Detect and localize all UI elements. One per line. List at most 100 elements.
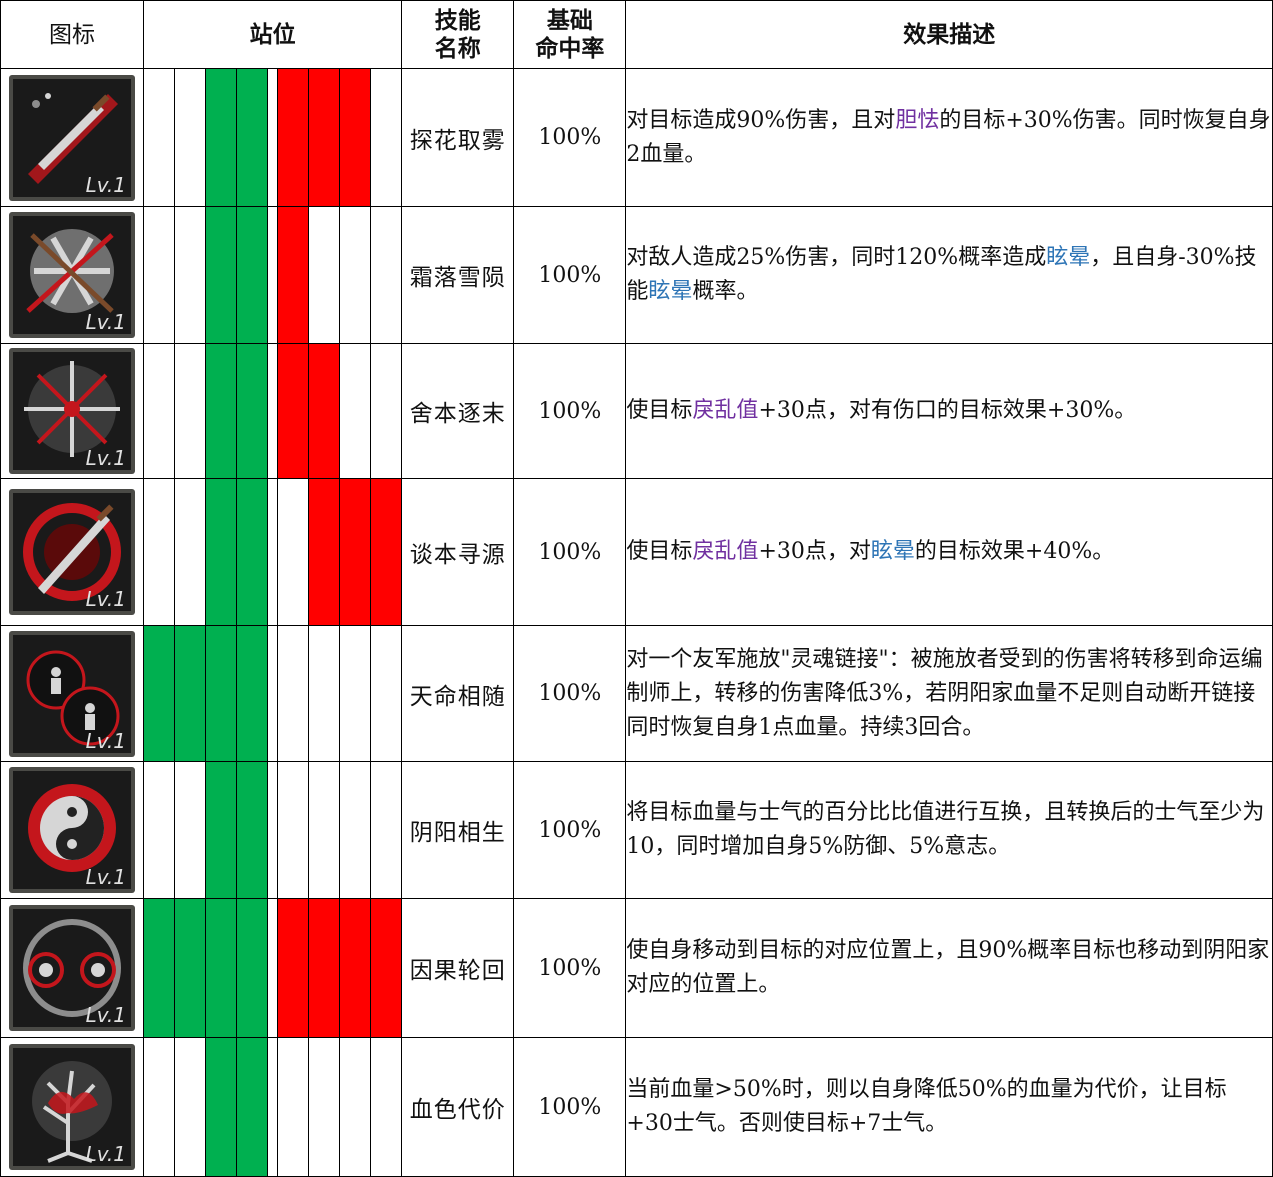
enemy-position-slot [308, 1037, 341, 1177]
enemy-position-slot [339, 898, 372, 1038]
enemy-position-slot [308, 343, 341, 479]
position-divider [267, 343, 279, 479]
enemy-position-slot [308, 206, 341, 344]
hit-rate: 100% [513, 68, 627, 207]
ally-position-slot [143, 625, 176, 762]
keyword: 戾乱值 [692, 539, 759, 564]
keyword: 眩晕 [870, 539, 915, 564]
enemy-position-slot [370, 68, 403, 207]
effect-description: 使目标戾乱值+30点，对有伤口的目标效果+30%。 [625, 343, 1273, 479]
ally-position-slot [236, 343, 269, 479]
enemy-position-slot [370, 1037, 403, 1177]
effect-description: 当前血量>50%时，则以自身降低50%的血量为代价，让目标+30士气。否则使目标… [625, 1037, 1273, 1177]
skill-icon-cell: Lv.1 [0, 1037, 145, 1177]
enemy-position-slot [277, 898, 310, 1038]
position-divider [267, 68, 279, 207]
ally-position-slot [236, 206, 269, 344]
level-label: Lv.1 [86, 446, 126, 470]
position-divider [267, 898, 279, 1038]
skill-icon-cell: Lv.1 [0, 761, 145, 899]
enemy-position-slot [277, 761, 310, 899]
enemy-position-slot [339, 1037, 372, 1177]
header-row: 图标 站位 技能 名称 基础 命中率 效果描述 [0, 0, 1273, 69]
ally-position-slot [236, 761, 269, 899]
skill-name: 血色代价 [401, 1037, 515, 1177]
skill-row: Lv.1 谈本寻源 100% 使目标戾乱值+30点，对眩晕的目标效果+40%。 [0, 478, 1273, 626]
blood-tree-icon: Lv.1 [9, 1044, 136, 1170]
description-text: 对敌人造成25%伤害，同时120%概率造成 [626, 245, 1047, 270]
description-text: 对一个友军施放"灵魂链接"：被施放者受到的伤害将转移到命运编制师上，转移的伤害降… [626, 646, 1263, 740]
header-hit-rate-line2: 命中率 [535, 34, 605, 62]
enemy-position-slot [308, 478, 341, 626]
skill-name: 霜落雪陨 [401, 206, 515, 344]
enemy-position-slot [370, 206, 403, 344]
enemy-position-slot [339, 761, 372, 899]
enemy-position-slot [370, 898, 403, 1038]
ally-position-slot [143, 478, 176, 626]
effect-description: 使目标戾乱值+30点，对眩晕的目标效果+40%。 [625, 478, 1273, 626]
enemy-position-slot [370, 343, 403, 479]
effect-description: 对敌人造成25%伤害，同时120%概率造成眩晕，且自身-30%技能眩晕概率。 [625, 206, 1273, 344]
ally-position-slot [236, 1037, 269, 1177]
ally-position-slot [236, 898, 269, 1038]
level-label: Lv.1 [86, 1142, 126, 1166]
skill-row: Lv.1 血色代价 100% 当前血量>50%时，则以自身降低50%的血量为代价，让目… [0, 1037, 1273, 1177]
ally-position-slot [174, 1037, 207, 1177]
enemy-position-slot [277, 478, 310, 626]
position-divider [267, 478, 279, 626]
header-icon: 图标 [0, 0, 145, 69]
enemy-position-slot [370, 625, 403, 762]
hit-rate: 100% [513, 343, 627, 479]
ally-position-slot [236, 625, 269, 762]
header-skill-name-line2: 名称 [434, 34, 481, 62]
header-skill-name: 技能 名称 [401, 0, 515, 69]
skill-icon-cell: Lv.1 [0, 68, 145, 207]
ally-position-slot [236, 478, 269, 626]
description-text: +30点，对 [758, 539, 871, 564]
ally-position-slot [174, 343, 207, 479]
enemy-position-slot [339, 206, 372, 344]
ally-position-slot [143, 761, 176, 899]
skill-row: Lv.1 天命相随 100% 对一个友军施放"灵魂链接"：被施放者受到的伤害将转移到命… [0, 625, 1273, 762]
ally-position-slot [236, 68, 269, 207]
description-text: 概率。 [692, 279, 759, 304]
skill-row: Lv.1 阴阳相生 100% 将目标血量与士气的百分比比值进行互换，且转换后的士气至少… [0, 761, 1273, 899]
effect-description: 对一个友军施放"灵魂链接"：被施放者受到的伤害将转移到命运编制师上，转移的伤害降… [625, 625, 1273, 762]
skill-icon-cell: Lv.1 [0, 206, 145, 344]
description-text: 的目标效果+30%。 [936, 398, 1137, 423]
shattered-star-icon: Lv.1 [9, 348, 136, 474]
enemy-position-slot [339, 343, 372, 479]
effect-description: 将目标血量与士气的百分比比值进行互换，且转换后的士气至少为10，同时增加自身5%… [625, 761, 1273, 899]
ally-position-slot [143, 68, 176, 207]
skill-name: 谈本寻源 [401, 478, 515, 626]
keyword: 眩晕 [648, 279, 693, 304]
position-divider [267, 625, 279, 762]
enemy-position-slot [339, 68, 372, 207]
keyword: 伤口 [892, 398, 937, 423]
ally-position-slot [174, 898, 207, 1038]
ally-position-slot [205, 761, 238, 899]
ally-position-slot [174, 478, 207, 626]
ally-position-slot [205, 343, 238, 479]
level-label: Lv.1 [86, 310, 126, 334]
level-label: Lv.1 [86, 1003, 126, 1027]
description-text: 使目标 [626, 398, 693, 423]
hit-rate: 100% [513, 206, 627, 344]
description-text: 的目标效果+40%。 [914, 539, 1115, 564]
ally-position-slot [174, 68, 207, 207]
enemy-position-slot [370, 761, 403, 899]
description-text: 对目标造成90%伤害，且对 [626, 107, 896, 133]
position-divider [267, 1037, 279, 1177]
enemy-position-slot [370, 478, 403, 626]
level-label: Lv.1 [86, 587, 126, 611]
description-text: 使自身移动到目标的对应位置上，且90%概率目标也移动到阴阳家对应的位置上。 [626, 938, 1270, 997]
effect-description: 对目标造成90%伤害，且对胆怯的目标+30%伤害。同时恢复自身2血量。 [625, 68, 1273, 207]
skills-table: 图标 站位 技能 名称 基础 命中率 效果描述 Lv.1 探花取雾 100% 对目标造成9… [0, 0, 1273, 1177]
enemy-position-slot [308, 761, 341, 899]
header-effect: 效果描述 [625, 0, 1273, 69]
keyword: 眩晕 [1046, 245, 1091, 270]
ally-position-slot [143, 343, 176, 479]
header-position: 站位 [143, 0, 403, 69]
skill-icon-cell: Lv.1 [0, 898, 145, 1038]
enemy-position-slot [339, 478, 372, 626]
